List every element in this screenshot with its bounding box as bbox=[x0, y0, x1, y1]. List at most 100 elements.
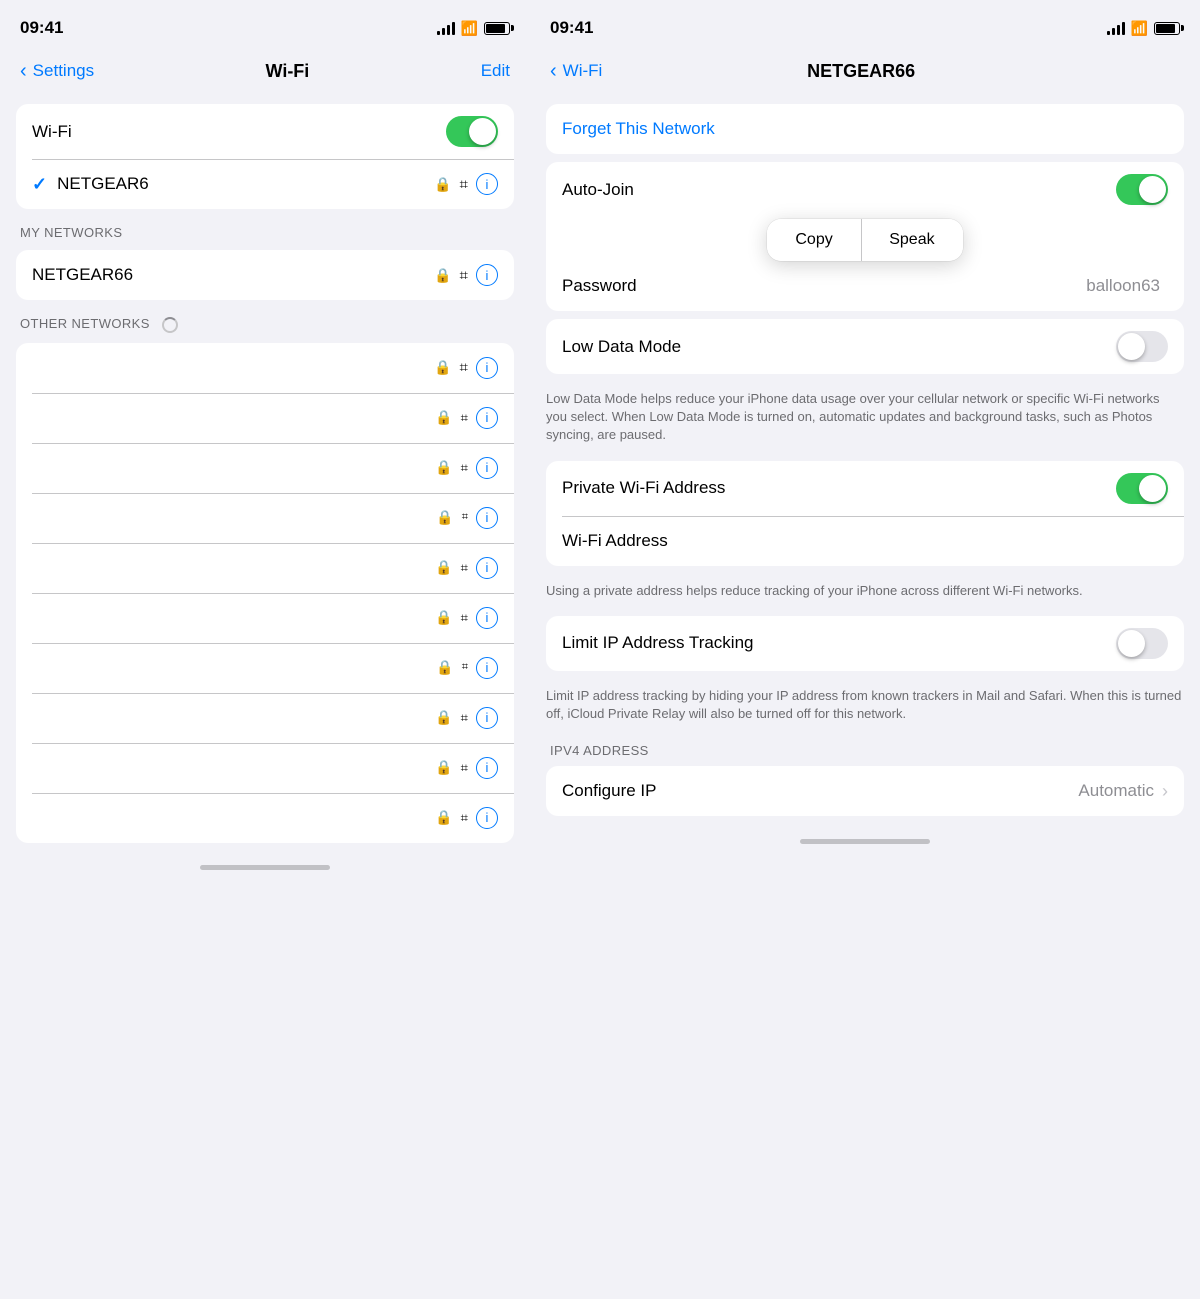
private-wifi-row: Private Wi-Fi Address bbox=[546, 461, 1184, 516]
left-status-icons: 📶 bbox=[437, 20, 510, 37]
other-network-row-7[interactable]: 🔒 ⌗ i bbox=[16, 643, 514, 693]
lock-icon-other-10: 🔒 bbox=[435, 809, 452, 826]
left-status-bar: 09:41 📶 bbox=[0, 0, 530, 50]
checkmark-icon: ✓ bbox=[32, 174, 47, 195]
other-network-row-4[interactable]: 🔒 ⌗ i bbox=[16, 493, 514, 543]
wifi-icon-other-3: ⌗ bbox=[461, 460, 468, 476]
my-network-info-button[interactable]: i bbox=[476, 264, 498, 286]
wifi-address-row[interactable]: Wi-Fi Address bbox=[546, 516, 1184, 566]
wifi-icon-other-1: ⌗ bbox=[460, 359, 468, 376]
lock-icon-other-2: 🔒 bbox=[435, 409, 452, 426]
other-network-row-2[interactable]: 🔒 ⌗ i bbox=[16, 393, 514, 443]
configure-ip-card: Configure IP Automatic › bbox=[546, 766, 1184, 816]
battery-icon bbox=[484, 22, 510, 35]
auto-join-card: Auto-Join Copy Speak Password balloon63 bbox=[546, 162, 1184, 311]
low-data-mode-description: Low Data Mode helps reduce your iPhone d… bbox=[530, 382, 1200, 457]
lock-icon-other-1: 🔒 bbox=[434, 359, 451, 376]
my-networks-card: NETGEAR66 🔒 ⌗ i bbox=[16, 250, 514, 300]
password-row[interactable]: Password balloon63 bbox=[546, 261, 1184, 311]
right-status-bar: 09:41 📶 bbox=[530, 0, 1200, 50]
private-wifi-label: Private Wi-Fi Address bbox=[562, 478, 1116, 498]
other-network-row-6[interactable]: 🔒 ⌗ i bbox=[16, 593, 514, 643]
lock-icon-other-5: 🔒 bbox=[435, 559, 452, 576]
left-home-bar bbox=[200, 865, 330, 870]
wifi-icon-other-2: ⌗ bbox=[461, 410, 468, 426]
other-network-row-10[interactable]: 🔒 ⌗ i bbox=[16, 793, 514, 843]
right-panel: 09:41 📶 ‹ Wi-Fi NETGEAR66 Forget This Ne… bbox=[530, 0, 1200, 1299]
wifi-toggle[interactable] bbox=[446, 116, 498, 147]
lock-icon-other-6: 🔒 bbox=[435, 609, 452, 626]
other-network-row-9[interactable]: 🔒 ⌗ i bbox=[16, 743, 514, 793]
other-network-info-8[interactable]: i bbox=[476, 707, 498, 729]
right-home-indicator bbox=[530, 824, 1200, 858]
forget-network-label: Forget This Network bbox=[562, 119, 1168, 139]
lock-icon-other-3: 🔒 bbox=[435, 459, 452, 476]
limit-ip-description: Limit IP address tracking by hiding your… bbox=[530, 679, 1200, 735]
wifi-icon-other-7: ⌗ bbox=[462, 661, 468, 674]
right-nav-bar: ‹ Wi-Fi NETGEAR66 bbox=[530, 50, 1200, 100]
limit-ip-label: Limit IP Address Tracking bbox=[562, 633, 1116, 653]
auto-join-toggle[interactable] bbox=[1116, 174, 1168, 205]
edit-button[interactable]: Edit bbox=[481, 61, 510, 81]
private-wifi-toggle[interactable] bbox=[1116, 473, 1168, 504]
forget-network-row[interactable]: Forget This Network bbox=[546, 104, 1184, 154]
wifi-icon-my: ⌗ bbox=[460, 267, 468, 284]
limit-ip-toggle[interactable] bbox=[1116, 628, 1168, 659]
my-network-name: NETGEAR66 bbox=[32, 265, 434, 285]
other-network-info-1[interactable]: i bbox=[476, 357, 498, 379]
low-data-mode-toggle[interactable] bbox=[1116, 331, 1168, 362]
lock-icon-other-8: 🔒 bbox=[435, 709, 452, 726]
connected-network-name: NETGEAR6 bbox=[57, 174, 434, 194]
configure-ip-row[interactable]: Configure IP Automatic › bbox=[546, 766, 1184, 816]
other-network-info-2[interactable]: i bbox=[476, 407, 498, 429]
other-network-row-5[interactable]: 🔒 ⌗ i bbox=[16, 543, 514, 593]
connected-network-row[interactable]: ✓ NETGEAR6 🔒 ⌗ i bbox=[16, 159, 514, 209]
other-network-info-7[interactable]: i bbox=[476, 657, 498, 679]
wifi-toggle-card: Wi-Fi ✓ NETGEAR6 🔒 ⌗ i bbox=[16, 104, 514, 209]
other-network-info-9[interactable]: i bbox=[476, 757, 498, 779]
my-network-row[interactable]: NETGEAR66 🔒 ⌗ i bbox=[16, 250, 514, 300]
my-networks-header: MY NETWORKS bbox=[0, 217, 530, 246]
network-detail-title: NETGEAR66 bbox=[807, 61, 915, 82]
my-network-icons: 🔒 ⌗ i bbox=[434, 264, 498, 286]
right-wifi-status-icon: 📶 bbox=[1131, 20, 1148, 37]
other-network-info-4[interactable]: i bbox=[476, 507, 498, 529]
chevron-right-icon: › bbox=[1162, 781, 1168, 802]
auto-join-label: Auto-Join bbox=[562, 180, 1116, 200]
configure-ip-value: Automatic bbox=[1078, 781, 1154, 801]
lock-icon-other-7: 🔒 bbox=[436, 659, 453, 676]
other-network-row-8[interactable]: 🔒 ⌗ i bbox=[16, 693, 514, 743]
signal-icon bbox=[437, 21, 455, 35]
connected-network-icons: 🔒 ⌗ i bbox=[434, 173, 498, 195]
configure-ip-label: Configure IP bbox=[562, 781, 1078, 801]
other-network-info-3[interactable]: i bbox=[476, 457, 498, 479]
settings-back-button[interactable]: ‹ Settings bbox=[20, 61, 94, 81]
limit-ip-card: Limit IP Address Tracking bbox=[546, 616, 1184, 671]
lock-icon-my: 🔒 bbox=[434, 267, 451, 284]
wifi-back-button[interactable]: ‹ Wi-Fi bbox=[550, 61, 602, 81]
wifi-icon-other-4: ⌗ bbox=[462, 511, 468, 524]
right-battery-icon bbox=[1154, 22, 1180, 35]
other-network-row-3[interactable]: 🔒 ⌗ i bbox=[16, 443, 514, 493]
low-data-mode-card: Low Data Mode bbox=[546, 319, 1184, 374]
speak-menu-item[interactable]: Speak bbox=[861, 219, 962, 261]
lock-icon: 🔒 bbox=[434, 176, 451, 193]
left-nav-bar: ‹ Settings Wi-Fi Edit bbox=[0, 50, 530, 100]
wifi-icon-other-6: ⌗ bbox=[461, 610, 468, 626]
low-data-mode-row: Low Data Mode bbox=[546, 319, 1184, 374]
other-network-info-6[interactable]: i bbox=[476, 607, 498, 629]
wifi-icon-other-9: ⌗ bbox=[461, 760, 468, 776]
other-networks-header: OTHER NETWORKS bbox=[0, 308, 530, 339]
other-network-info-5[interactable]: i bbox=[476, 557, 498, 579]
ipv4-header: IPV4 ADDRESS bbox=[530, 735, 1200, 762]
other-network-info-10[interactable]: i bbox=[476, 807, 498, 829]
left-panel: 09:41 📶 ‹ Settings Wi-Fi Edit Wi-Fi ✓ bbox=[0, 0, 530, 1299]
wifi-icon-other-10: ⌗ bbox=[461, 810, 468, 826]
copy-menu-item[interactable]: Copy bbox=[767, 219, 860, 261]
limit-ip-row: Limit IP Address Tracking bbox=[546, 616, 1184, 671]
network-info-button[interactable]: i bbox=[476, 173, 498, 195]
other-network-row-1[interactable]: 🔒 ⌗ i bbox=[16, 343, 514, 393]
lock-icon-other-4: 🔒 bbox=[436, 509, 453, 526]
wifi-address-description: Using a private address helps reduce tra… bbox=[530, 574, 1200, 612]
wifi-icon-other-8: ⌗ bbox=[461, 710, 468, 726]
